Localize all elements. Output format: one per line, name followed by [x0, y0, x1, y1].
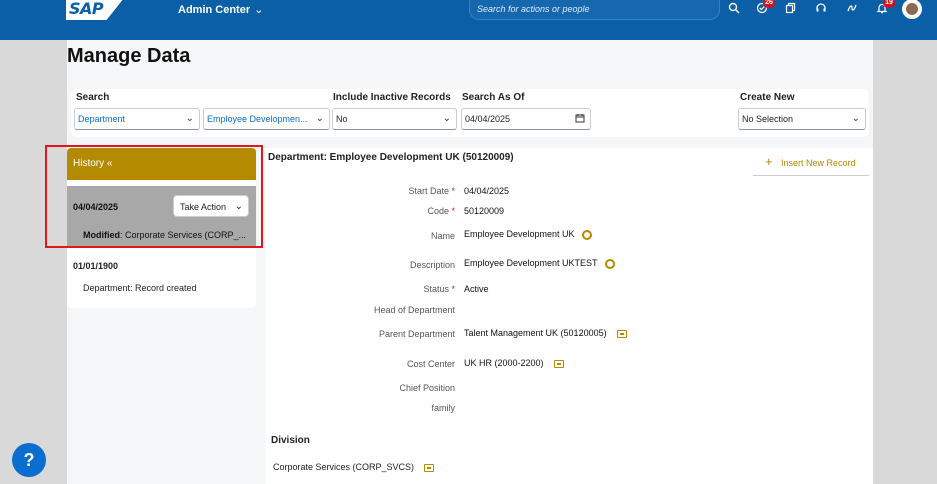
search-target-select[interactable]: Employee Developmen... ⌄	[203, 108, 330, 130]
division-value: Corporate Services (CORP_SVCS)	[273, 462, 435, 472]
filter-bar: Search Department ⌄ Employee Developmen.…	[71, 89, 869, 137]
chevron-down-icon: ⌄	[851, 113, 860, 124]
description-value: Employee Development UKTEST	[464, 258, 615, 269]
search-label: Search	[76, 92, 110, 103]
start-date-value: 04/04/2025	[464, 186, 510, 196]
search-type-select[interactable]: Department ⌄	[74, 108, 200, 130]
copy-icon[interactable]	[783, 2, 799, 18]
history-item-date[interactable]: 01/01/1900	[73, 261, 118, 271]
name-value: Employee Development UK	[464, 229, 592, 240]
globe-icon[interactable]	[581, 229, 592, 240]
status-value: Active	[464, 284, 489, 294]
joule-icon[interactable]	[844, 2, 860, 18]
notification-badge: 19	[883, 0, 895, 8]
sap-logo[interactable]: SAP	[66, 0, 124, 20]
parent-department-value: Talent Management UK (50120005)	[464, 328, 627, 338]
division-heading: Division	[271, 435, 310, 446]
headset-icon[interactable]	[813, 2, 829, 18]
name-label: Name	[430, 231, 455, 241]
manage-data-page: Manage Data Search Department ⌄ Employee…	[67, 40, 873, 484]
description-label: Description	[409, 260, 455, 270]
avatar[interactable]	[902, 0, 922, 19]
bell-icon[interactable]: 19	[874, 0, 895, 18]
app-title: Admin Center	[178, 4, 251, 16]
chevron-down-icon: ⌄	[254, 4, 264, 16]
inactive-label: Include Inactive Records	[333, 92, 451, 103]
plus-icon: +	[765, 154, 773, 169]
inactive-select[interactable]: No ⌄	[332, 108, 457, 130]
global-search-input[interactable]: Search for actions or people	[469, 0, 720, 20]
code-value: 50120009	[464, 206, 505, 216]
id-card-icon[interactable]	[616, 329, 627, 338]
create-new-label: Create New	[740, 92, 795, 103]
code-label: Code *	[427, 206, 455, 216]
calendar-icon[interactable]	[575, 113, 585, 126]
start-date-label: Start Date *	[408, 186, 455, 196]
insert-new-record-button[interactable]: + Insert New Record	[753, 150, 869, 176]
page-title: Manage Data	[67, 45, 191, 67]
record-detail: Department: Employee Development UK (501…	[265, 148, 873, 484]
chevron-down-icon: ⌄	[442, 113, 451, 124]
app-switcher[interactable]: Admin Center ⌄	[178, 3, 263, 16]
search-icon[interactable]	[726, 2, 742, 18]
asof-date-input[interactable]: 04/04/2025	[461, 108, 591, 130]
history-item-desc: Department: Record created	[83, 283, 197, 293]
status-label: Status *	[423, 284, 455, 294]
todo-badge: 26	[763, 0, 775, 8]
id-card-icon[interactable]	[553, 359, 564, 368]
cost-center-value: UK HR (2000-2200)	[464, 358, 564, 368]
parent-department-label: Parent Department	[378, 329, 455, 339]
chevron-down-icon: ⌄	[315, 113, 324, 124]
help-button[interactable]: ?	[12, 443, 46, 477]
head-of-department-label: Head of Department	[373, 305, 455, 315]
chevron-down-icon: ⌄	[185, 113, 194, 124]
create-new-select[interactable]: No Selection ⌄	[738, 108, 866, 130]
id-card-icon[interactable]	[424, 463, 435, 472]
cost-center-label: Cost Center	[406, 359, 455, 369]
todo-icon[interactable]: 26	[754, 0, 775, 18]
shell-bar: SAP Admin Center ⌄ Search for actions or …	[0, 0, 937, 40]
chief-position-label: Chief Position	[399, 383, 455, 393]
family-label: family	[431, 403, 455, 413]
record-title: Department: Employee Development UK (501…	[268, 152, 514, 163]
globe-icon[interactable]	[604, 258, 615, 269]
highlight-box	[45, 145, 263, 248]
asof-label: Search As Of	[462, 92, 525, 103]
